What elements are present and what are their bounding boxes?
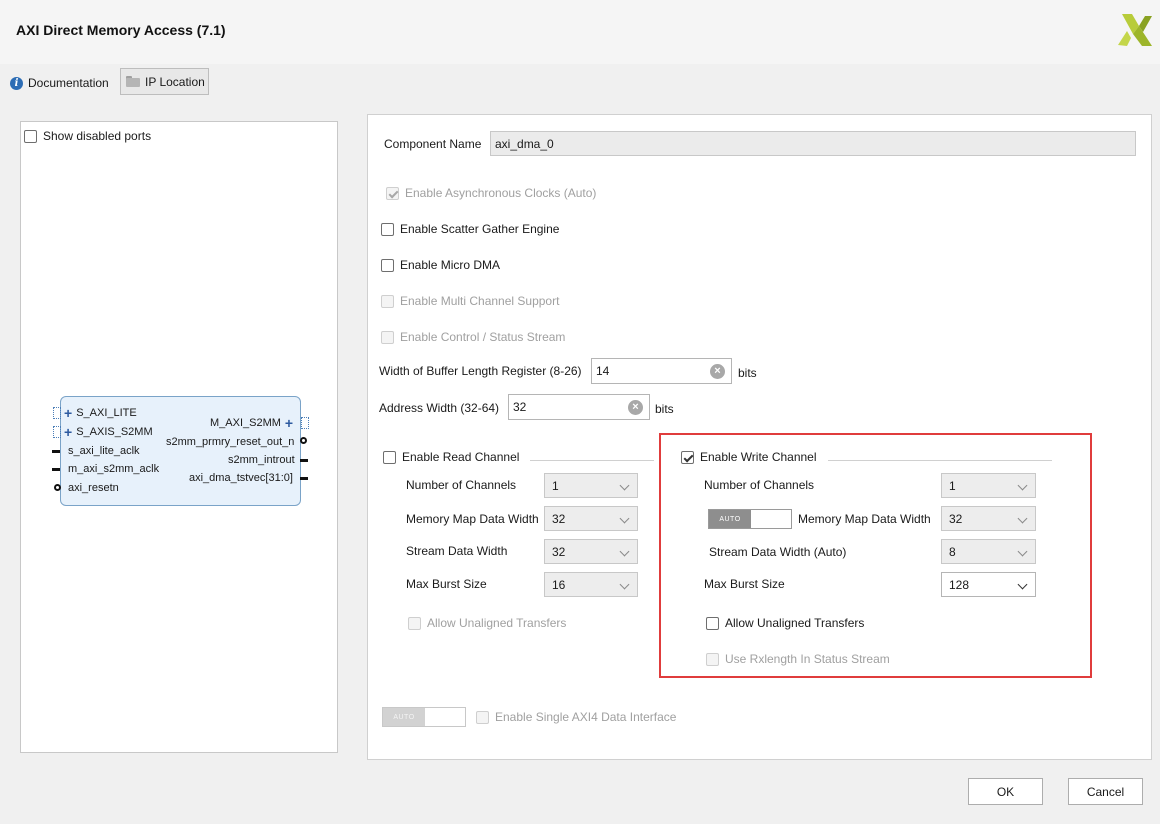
single-axi-checkbox [476, 710, 489, 724]
read-mm-width-select[interactable]: 32 [544, 506, 638, 531]
write-num-channels-select[interactable]: 1 [941, 473, 1036, 498]
expand-plus-icon[interactable]: + [64, 425, 72, 439]
folder-icon [126, 76, 140, 87]
read-burst-select[interactable]: 16 [544, 572, 638, 597]
write-stream-width-select[interactable]: 8 [941, 539, 1036, 564]
read-group-divider [530, 460, 654, 461]
enable-async-clocks-checkbox [386, 186, 399, 200]
address-width-input[interactable]: 32 × [508, 394, 650, 420]
write-rxlength-checkbox [706, 652, 719, 666]
write-stream-width-label: Stream Data Width (Auto) [709, 545, 847, 559]
port-s2mm-introut: s2mm_introut [228, 454, 295, 466]
show-disabled-ports-checkbox[interactable] [24, 129, 37, 143]
write-rxlength-option: Use Rxlength In Status Stream [706, 652, 890, 666]
enable-read-channel-option[interactable]: Enable Read Channel [383, 450, 519, 464]
buffer-length-label: Width of Buffer Length Register (8-26) [379, 364, 582, 378]
port-m-axi-s2mm-aclk: m_axi_s2mm_aclk [68, 463, 160, 475]
port-s2mm-prmry-reset-out-n: s2mm_prmry_reset_out_n [166, 436, 295, 448]
auto-toggle-knob: AUTO [709, 510, 751, 528]
enable-control-status-checkbox [381, 330, 394, 344]
s2mm-prmry-reset-out-n-pin [300, 437, 307, 444]
write-mm-width-auto-toggle[interactable]: AUTO [708, 509, 792, 529]
single-axi-option: Enable Single AXI4 Data Interface [476, 710, 676, 724]
s-axis-s2mm-pin [53, 426, 61, 438]
buffer-length-input[interactable]: 14 × [591, 358, 732, 384]
port-axi-dma-tstvec: axi_dma_tstvec[31:0] [189, 472, 293, 484]
component-name-label: Component Name [384, 137, 482, 151]
read-mm-width-label: Memory Map Data Width [406, 512, 539, 526]
enable-scatter-gather-option[interactable]: Enable Scatter Gather Engine [381, 222, 559, 236]
port-m-axi-s2mm: M_AXI_S2MM + [210, 415, 294, 431]
documentation-label: Documentation [28, 76, 109, 90]
clear-icon[interactable]: × [628, 400, 643, 415]
chevron-down-icon [1017, 579, 1028, 590]
show-disabled-ports-option[interactable]: Show disabled ports [24, 129, 151, 143]
enable-micro-dma-checkbox[interactable] [381, 258, 394, 272]
auto-toggle-knob: AUTO [383, 708, 425, 726]
enable-async-clocks-option: Enable Asynchronous Clocks (Auto) [386, 186, 596, 200]
m-axi-s2mm-aclk-pin [52, 468, 60, 471]
read-unaligned-checkbox [408, 616, 421, 630]
read-num-channels-label: Number of Channels [406, 478, 517, 492]
read-stream-width-select[interactable]: 32 [544, 539, 638, 564]
chevron-down-icon [1017, 513, 1028, 524]
buffer-length-unit: bits [738, 366, 757, 380]
write-burst-label: Max Burst Size [704, 577, 785, 591]
expand-plus-icon[interactable]: + [285, 416, 293, 430]
info-icon: i [10, 76, 23, 90]
read-burst-label: Max Burst Size [406, 577, 487, 591]
write-burst-select[interactable]: 128 [941, 572, 1036, 597]
write-mm-width-select[interactable]: 32 [941, 506, 1036, 531]
enable-control-status-option: Enable Control / Status Stream [381, 330, 565, 344]
write-mm-width-label: Memory Map Data Width [798, 512, 931, 526]
xilinx-logo-icon [1118, 14, 1152, 46]
m-axi-s2mm-pin [301, 417, 309, 429]
ip-location-label: IP Location [145, 74, 205, 89]
expand-plus-icon[interactable]: + [64, 406, 72, 420]
write-unaligned-option[interactable]: Allow Unaligned Transfers [706, 616, 864, 630]
chevron-down-icon [1017, 480, 1028, 491]
port-s-axi-lite: + S_AXI_LITE [64, 405, 137, 421]
enable-read-channel-checkbox[interactable] [383, 450, 396, 464]
s-axi-lite-aclk-pin [52, 450, 60, 453]
read-num-channels-select[interactable]: 1 [544, 473, 638, 498]
enable-write-channel-checkbox[interactable] [681, 450, 694, 464]
chevron-down-icon [619, 579, 630, 590]
address-width-unit: bits [655, 402, 674, 416]
axi-dma-tstvec-pin [300, 477, 308, 480]
component-name-field[interactable]: axi_dma_0 [490, 131, 1136, 156]
s-axi-lite-pin [53, 407, 61, 419]
port-s-axis-s2mm: + S_AXIS_S2MM [64, 424, 153, 440]
axi-resetn-pin [54, 484, 61, 491]
ok-button[interactable]: OK [968, 778, 1043, 805]
address-width-label: Address Width (32-64) [379, 401, 500, 415]
enable-multi-channel-checkbox [381, 294, 394, 308]
chevron-down-icon [1017, 546, 1028, 557]
read-unaligned-option: Allow Unaligned Transfers [408, 616, 566, 630]
chevron-down-icon [619, 480, 630, 491]
dialog-title: AXI Direct Memory Access (7.1) [16, 22, 226, 38]
enable-write-channel-option[interactable]: Enable Write Channel [681, 450, 817, 464]
s2mm-introut-pin [300, 459, 308, 462]
read-stream-width-label: Stream Data Width [406, 544, 508, 558]
write-group-divider [828, 460, 1052, 461]
write-num-channels-label: Number of Channels [704, 478, 815, 492]
write-unaligned-checkbox[interactable] [706, 616, 719, 630]
documentation-link[interactable]: i Documentation [10, 74, 109, 92]
enable-micro-dma-option[interactable]: Enable Micro DMA [381, 258, 500, 272]
cancel-button[interactable]: Cancel [1068, 778, 1143, 805]
enable-multi-channel-option: Enable Multi Channel Support [381, 294, 559, 308]
clear-icon[interactable]: × [710, 364, 725, 379]
show-disabled-ports-label: Show disabled ports [43, 129, 152, 143]
chevron-down-icon [619, 513, 630, 524]
single-axi-auto-toggle: AUTO [382, 707, 466, 727]
enable-scatter-gather-checkbox[interactable] [381, 222, 394, 236]
chevron-down-icon [619, 546, 630, 557]
port-s-axi-lite-aclk: s_axi_lite_aclk [68, 445, 140, 457]
ip-location-button[interactable]: IP Location [120, 68, 209, 95]
port-axi-resetn: axi_resetn [68, 482, 119, 494]
